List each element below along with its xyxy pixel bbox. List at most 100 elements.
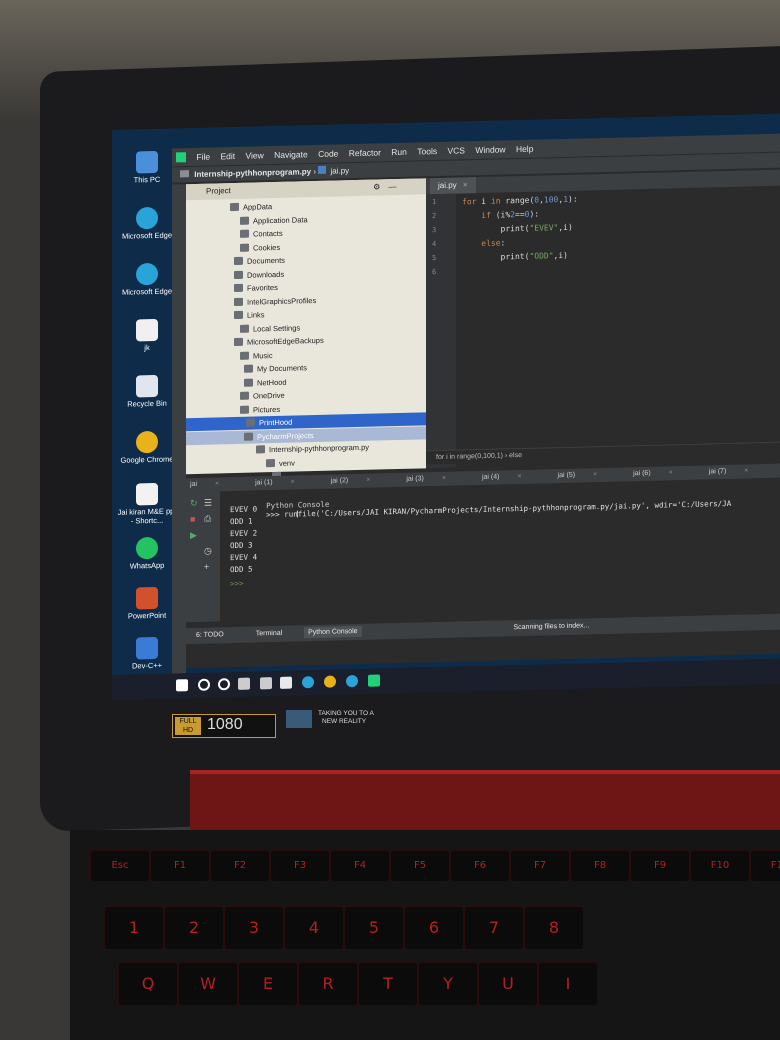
console-tab[interactable]: jai (5) × xyxy=(558,468,616,483)
code-line-3[interactable]: print("EVEV",i) xyxy=(462,223,573,235)
project-view-selector[interactable]: Project xyxy=(206,186,231,196)
close-icon[interactable]: × xyxy=(215,477,219,491)
close-icon[interactable]: × xyxy=(442,472,446,486)
tool-window-strip xyxy=(172,184,186,675)
task-view-icon[interactable] xyxy=(238,677,250,690)
folder-icon xyxy=(234,256,243,266)
menu-refactor[interactable]: Refactor xyxy=(349,143,381,162)
windows-start-icon[interactable] xyxy=(176,679,188,692)
keyboard-key: F3 xyxy=(270,850,330,882)
desktop-icon-edge-2[interactable]: Microsoft Edge xyxy=(116,262,178,297)
store-icon[interactable] xyxy=(260,677,272,690)
code-line-2[interactable]: if (i%2==0): xyxy=(462,210,539,221)
console-tab[interactable]: jai × xyxy=(190,477,237,492)
print-icon[interactable]: ⎙ xyxy=(204,514,211,525)
menu-run[interactable]: Run xyxy=(391,143,407,161)
history-icon[interactable]: ◷ xyxy=(204,546,212,557)
console-tab-label: jai (4) xyxy=(481,473,500,481)
console-output-line: ODD 1 xyxy=(230,516,253,527)
folder-icon xyxy=(240,391,249,400)
editor-tab-jai[interactable]: jai.py × xyxy=(430,177,476,195)
desktop-icon-whatsapp[interactable]: WhatsApp xyxy=(116,536,178,571)
menu-view[interactable]: View xyxy=(245,146,263,164)
console-tab[interactable]: jai (2) × xyxy=(331,473,389,488)
gear-icon[interactable]: ⚙ xyxy=(373,182,380,191)
chrome-taskbar-icon[interactable] xyxy=(324,675,336,688)
nav-file[interactable]: jai.py xyxy=(330,166,349,175)
menu-help[interactable]: Help xyxy=(516,140,533,158)
tree-item-label: Local Settings xyxy=(253,322,301,334)
desktop-icon-ppt-shortcut[interactable]: Jai kiran M&E ppt - Shortc... xyxy=(116,482,178,526)
full-hd-badge: FULL HD 1080 xyxy=(172,714,276,738)
close-icon[interactable]: × xyxy=(669,466,673,480)
keyboard-key: F11 xyxy=(750,850,780,882)
edge-taskbar-icon-2[interactable] xyxy=(346,674,358,688)
console-tab[interactable]: jai (1) × xyxy=(255,475,313,490)
hide-panel-icon[interactable]: — xyxy=(389,182,397,191)
file-explorer-icon[interactable] xyxy=(280,676,292,689)
keyboard-key: F2 xyxy=(210,850,270,882)
pycharm-taskbar-icon[interactable] xyxy=(368,674,380,687)
folder-icon xyxy=(234,337,243,347)
menu-code[interactable]: Code xyxy=(318,144,338,162)
run-icon[interactable]: ▶ xyxy=(190,530,197,541)
folder-icon xyxy=(234,297,243,306)
console-tab[interactable]: jai (4) × xyxy=(482,470,540,485)
menu-edit[interactable]: Edit xyxy=(220,147,235,165)
close-icon[interactable]: × xyxy=(291,476,295,490)
console-tab[interactable]: jai (3) × xyxy=(406,471,464,486)
menu-tools[interactable]: Tools xyxy=(417,142,437,160)
search-icon[interactable] xyxy=(198,678,210,691)
tree-item-label: AppData xyxy=(243,202,273,212)
code-line-4[interactable]: else: xyxy=(462,238,505,248)
menu-file[interactable]: File xyxy=(196,148,210,166)
desktop-icon-powerpoint[interactable]: PowerPoint xyxy=(116,586,178,621)
menu-window[interactable]: Window xyxy=(475,140,505,159)
console-tab[interactable]: jai (7) × xyxy=(709,464,767,479)
keyboard-key: W xyxy=(178,962,238,1006)
settings-icon[interactable]: ☰ xyxy=(204,498,212,509)
menu-navigate[interactable]: Navigate xyxy=(274,145,308,164)
code-line-1[interactable]: for i in range(0,100,1): xyxy=(462,195,578,207)
desktop-icon-recycle-bin[interactable]: Recycle Bin xyxy=(116,374,178,409)
desktop-icon-devcpp[interactable]: Dev-C++ xyxy=(116,636,178,671)
rerun-icon[interactable]: ↻ xyxy=(190,498,198,509)
desktop-icon-jk[interactable]: jk xyxy=(116,318,178,353)
desktop-icon-chrome[interactable]: Google Chrome xyxy=(116,430,178,465)
folder-icon xyxy=(234,283,243,293)
close-icon[interactable]: × xyxy=(517,470,521,484)
keyboard-key: 6 xyxy=(404,906,464,950)
indexing-status: Scanning files to index... xyxy=(513,622,590,632)
python-console-tab[interactable]: Python Console xyxy=(304,625,362,639)
terminal-tab[interactable]: Terminal xyxy=(256,630,282,638)
keyboard-key: F8 xyxy=(570,850,630,882)
cortana-icon[interactable] xyxy=(218,678,230,691)
console-tab[interactable]: jai (6) × xyxy=(633,466,691,481)
stop-icon[interactable]: ■ xyxy=(190,514,195,524)
menu-vcs[interactable]: VCS xyxy=(447,141,464,159)
nav-project[interactable]: Internship-pythhonprogram.py xyxy=(194,167,311,179)
desktop-icon-edge[interactable]: Microsoft Edge xyxy=(116,206,178,241)
close-icon[interactable]: × xyxy=(463,180,468,189)
pycharm-logo-icon xyxy=(176,152,186,163)
add-icon[interactable]: + xyxy=(204,562,209,572)
close-icon[interactable]: × xyxy=(366,474,370,488)
todo-tab[interactable]: 6: TODO xyxy=(196,631,224,639)
console-tab-label: jai (2) xyxy=(330,477,349,485)
line-number: 3 xyxy=(432,226,437,235)
keyboard-key: Y xyxy=(418,962,478,1006)
close-icon[interactable]: × xyxy=(593,468,597,482)
close-icon[interactable]: × xyxy=(744,464,748,478)
laptop-keyboard: EscF1F2F3F4F5F6F7F8F9F10F11 12345678 QWERT… xyxy=(70,830,780,1040)
edge-taskbar-icon[interactable] xyxy=(302,676,314,689)
desktop-icon-this-pc[interactable]: This PC xyxy=(116,150,178,185)
console-prompt[interactable]: >>> xyxy=(230,579,244,588)
text-cursor-icon: I xyxy=(296,509,299,521)
code-breadcrumb[interactable]: for i in range(0,100,1) › else xyxy=(426,441,780,465)
tree-item-label: Pictures xyxy=(253,404,281,415)
line-number: 4 xyxy=(432,240,437,249)
keyboard-key: 3 xyxy=(224,906,284,950)
console-tab-label: jai xyxy=(190,480,198,489)
code-line-5[interactable]: print("ODD",i) xyxy=(462,251,568,263)
chrome-icon xyxy=(136,430,158,454)
